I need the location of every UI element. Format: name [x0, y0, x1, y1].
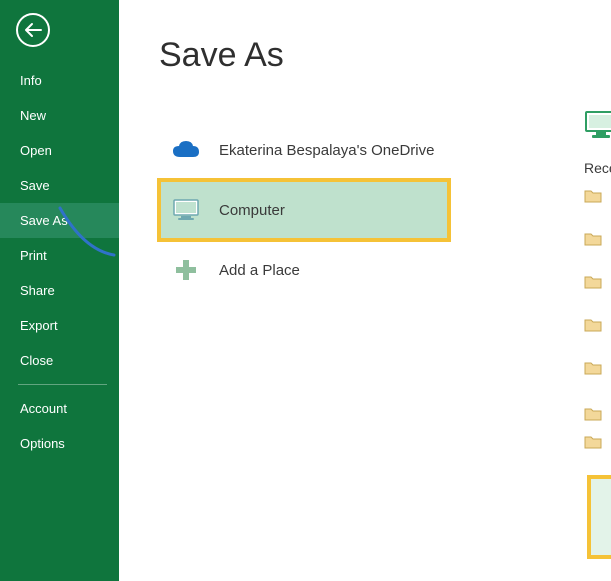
folder-icon	[584, 434, 602, 449]
page-title: Save As	[159, 36, 611, 75]
location-computer-label: Computer	[219, 202, 285, 219]
location-add-place[interactable]: Add a Place	[159, 240, 449, 300]
nav-options[interactable]: Options	[0, 426, 119, 461]
nav-save[interactable]: Save	[0, 168, 119, 203]
backstage-sidebar: Info New Open Save Save As Print Share E…	[0, 0, 119, 581]
nav-share[interactable]: Share	[0, 273, 119, 308]
right-heading: Computer	[584, 110, 611, 140]
nav-print[interactable]: Print	[0, 238, 119, 273]
browse-button[interactable]: Browse	[587, 475, 611, 559]
computer-icon	[171, 195, 201, 225]
nav-save-as[interactable]: Save As	[0, 203, 119, 238]
back-button[interactable]	[16, 13, 50, 47]
computer-large-icon	[584, 110, 611, 140]
folder-icon	[584, 406, 602, 421]
recent-folder-item[interactable]: AutoSave - AutoC: » Users » ekaterina	[584, 184, 611, 227]
nav-close[interactable]: Close	[0, 343, 119, 378]
recent-folder-item[interactable]: _SupportZ: » _AbleBits docs »	[584, 313, 611, 356]
nav-separator	[18, 384, 107, 385]
nav-list: Info New Open Save Save As Print Share E…	[0, 63, 119, 461]
nav-open[interactable]: Open	[0, 133, 119, 168]
content-area: Save As Ekaterina Bespalaya's OneDrive C…	[119, 0, 611, 581]
plus-icon	[171, 255, 201, 285]
folder-icon	[584, 274, 602, 289]
folder-icon	[584, 188, 602, 203]
location-computer[interactable]: Computer	[159, 180, 449, 240]
folder-icon	[584, 360, 602, 375]
recent-folder-item[interactable]: Desktop	[584, 427, 611, 455]
recent-folder-item[interactable]: Documents	[584, 399, 611, 427]
cloud-icon	[171, 135, 201, 165]
folder-icon	[584, 317, 602, 332]
recent-folders-list: AutoSave - AutoC: » Users » ekaterinaNet…	[584, 184, 611, 455]
right-pane: Computer Recent Folders AutoSave - AutoC…	[584, 110, 611, 455]
arrow-left-icon	[24, 22, 42, 38]
recent-folder-item[interactable]: SupportD: » Support	[584, 270, 611, 313]
location-add-place-label: Add a Place	[219, 262, 300, 279]
folder-icon	[584, 231, 602, 246]
nav-account[interactable]: Account	[0, 391, 119, 426]
recent-folders-label: Recent Folders	[584, 160, 611, 176]
location-onedrive[interactable]: Ekaterina Bespalaya's OneDrive	[159, 120, 449, 180]
location-onedrive-label: Ekaterina Bespalaya's OneDrive	[219, 142, 434, 159]
nav-export[interactable]: Export	[0, 308, 119, 343]
nav-new[interactable]: New	[0, 98, 119, 133]
recent-folder-item[interactable]: Network ShortcuC: » Users » ekaterina	[584, 227, 611, 270]
nav-info[interactable]: Info	[0, 63, 119, 98]
recent-folder-item[interactable]: Recover unsavedC: » Users » ekaterina	[584, 356, 611, 399]
save-locations: Ekaterina Bespalaya's OneDrive Computer	[159, 120, 449, 300]
